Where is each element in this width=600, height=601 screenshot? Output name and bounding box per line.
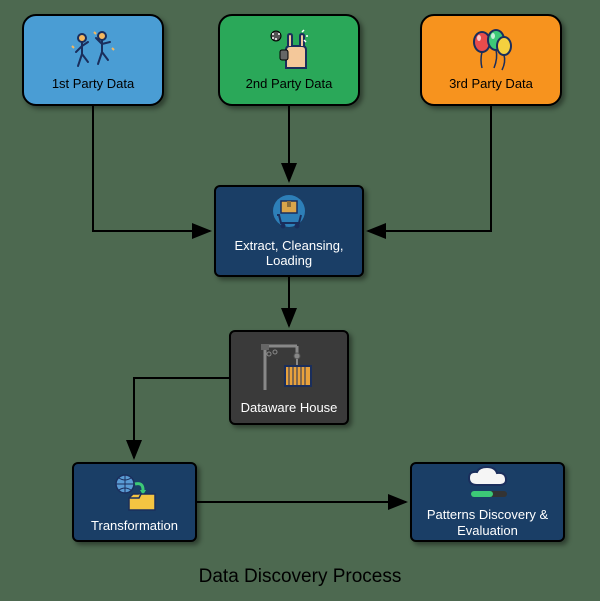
node-transformation: Transformation [72, 462, 197, 542]
node-label: Transformation [91, 518, 178, 534]
cloud-bar-icon [461, 465, 515, 503]
node-third-party: 3rd Party Data [420, 14, 562, 106]
node-label: Extract, Cleansing, Loading [222, 238, 356, 269]
node-label: Dataware House [241, 400, 338, 416]
node-label: Patterns Discovery & Evaluation [418, 507, 557, 538]
node-label: 1st Party Data [52, 76, 134, 92]
dancers-icon [68, 28, 118, 72]
node-label: 2nd Party Data [246, 76, 333, 92]
node-datawarehouse: Dataware House [229, 330, 349, 425]
node-first-party: 1st Party Data [22, 14, 164, 106]
rock-hand-icon [264, 28, 314, 72]
node-label: 3rd Party Data [449, 76, 533, 92]
balloons-icon [466, 28, 516, 72]
node-extract: Extract, Cleansing, Loading [214, 185, 364, 277]
node-second-party: 2nd Party Data [218, 14, 360, 106]
node-patterns: Patterns Discovery & Evaluation [410, 462, 565, 542]
crane-container-icon [259, 340, 319, 396]
diagram-title: Data Discovery Process [0, 566, 600, 588]
globe-folder-icon [111, 470, 159, 514]
cart-box-icon [267, 193, 311, 234]
